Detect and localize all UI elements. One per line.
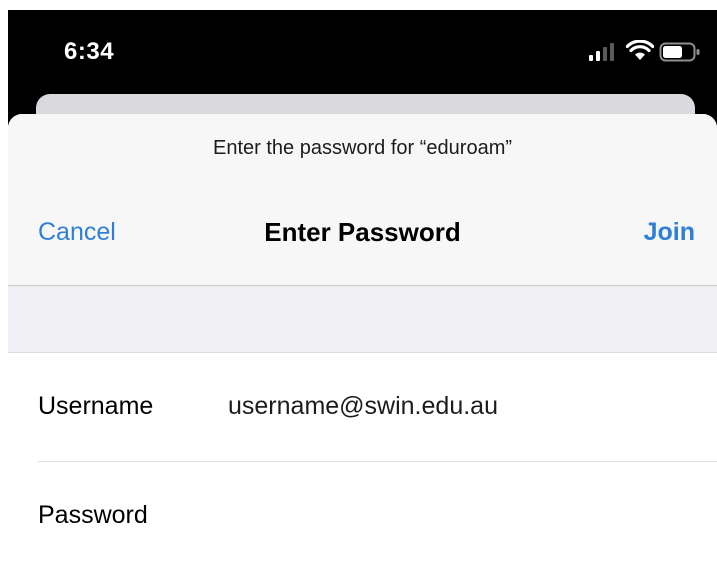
- cellular-signal-icon: [589, 43, 614, 61]
- status-time: 6:34: [64, 38, 115, 65]
- sheet-header: Enter the password for “eduroam” Cancel …: [8, 114, 717, 286]
- join-button[interactable]: Join: [644, 218, 695, 247]
- wifi-icon: [626, 40, 654, 60]
- battery-icon: [659, 42, 700, 62]
- password-field[interactable]: [228, 492, 692, 540]
- password-sheet: Enter the password for “eduroam” Cancel …: [8, 114, 717, 569]
- username-label: Username: [38, 392, 154, 420]
- status-bar: 6:34: [8, 10, 717, 92]
- network-prompt: Enter the password for “eduroam”: [212, 137, 513, 159]
- screenshot-border-top: [0, 0, 717, 10]
- credentials-form: Username username@swin.edu.au Password: [8, 353, 717, 569]
- phone-screen: 6:34 Enter the password for “eduroam” Ca…: [8, 10, 717, 569]
- password-label: Password: [38, 501, 148, 529]
- sheet-title: Enter Password: [264, 217, 461, 247]
- username-field[interactable]: username@swin.edu.au: [228, 392, 498, 421]
- username-row[interactable]: Username username@swin.edu.au: [8, 353, 717, 462]
- section-spacer: [8, 286, 717, 353]
- password-row[interactable]: Password: [8, 462, 717, 569]
- screenshot-border-left: [0, 0, 8, 569]
